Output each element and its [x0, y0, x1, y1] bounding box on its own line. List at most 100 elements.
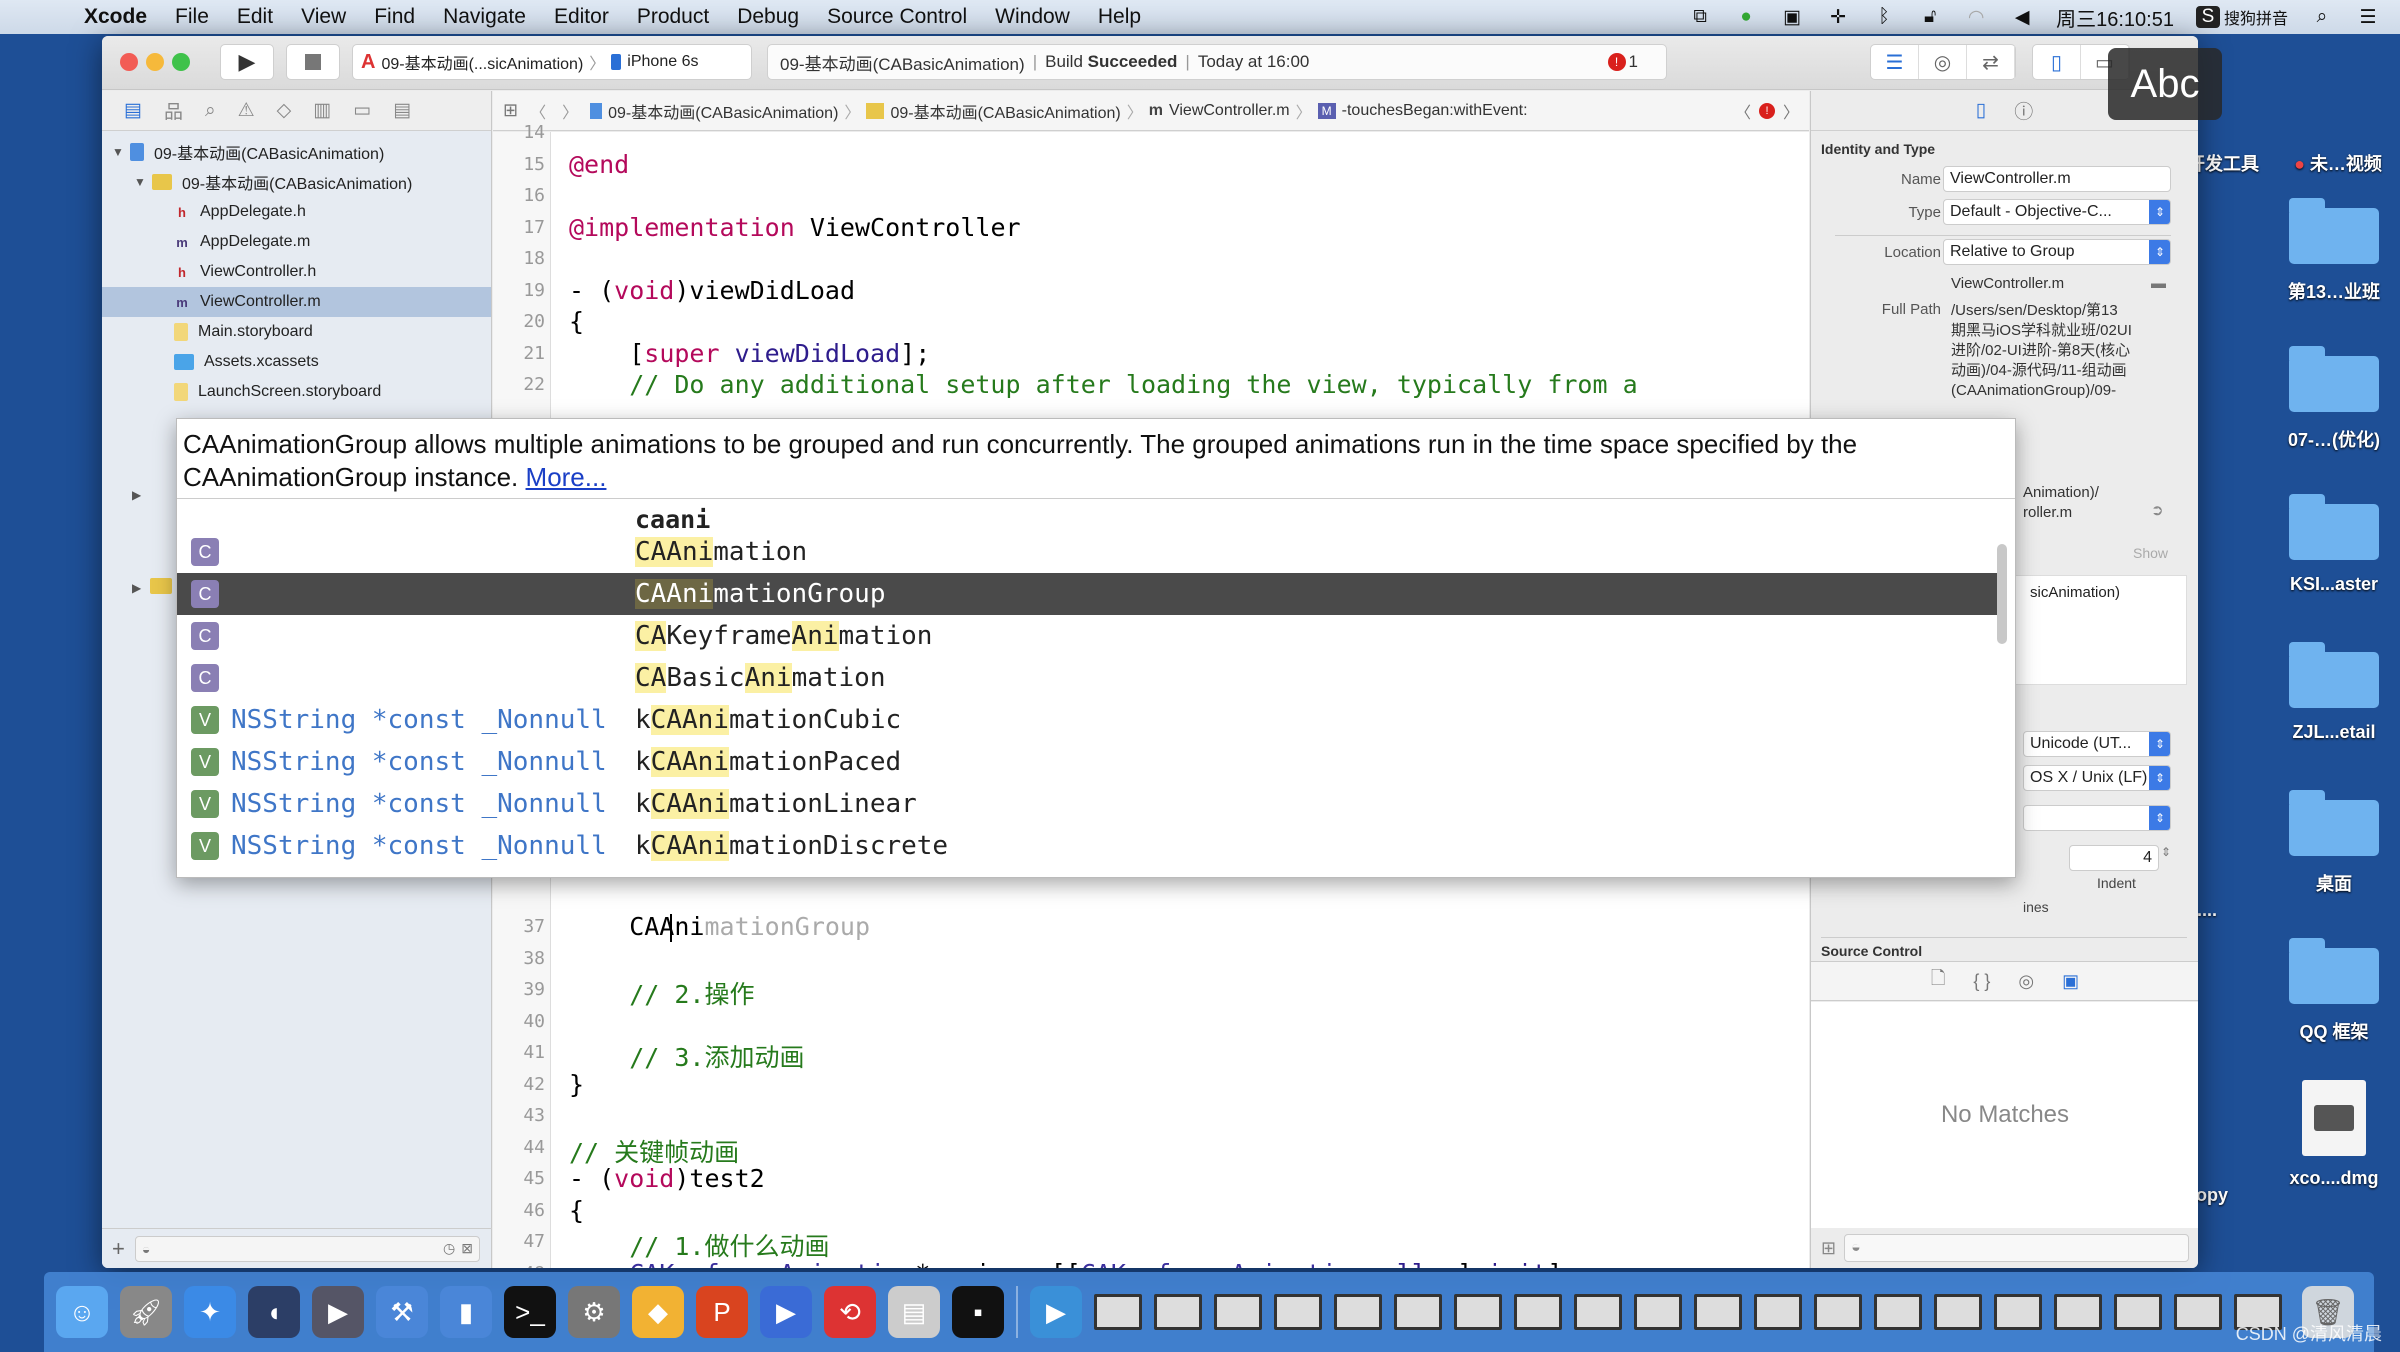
- next-issue-button[interactable]: 〉: [1783, 99, 1799, 123]
- minimized-window-thumbnail[interactable]: [1514, 1294, 1562, 1330]
- completion-item[interactable]: C CAAnimation: [177, 531, 1997, 573]
- line-endings-popup[interactable]: OS X / Unix (LF) ⇕: [2023, 765, 2171, 791]
- object-library-icon[interactable]: ◎: [2018, 971, 2034, 992]
- reveal-in-finder-icon[interactable]: ➲: [2151, 501, 2164, 519]
- navigator-item[interactable]: h AppDelegate.h: [102, 197, 491, 227]
- file-template-library-icon[interactable]: 🗋︎: [1931, 966, 1945, 996]
- error-badge[interactable]: ! 1: [1607, 52, 1638, 72]
- assistant-editor-icon[interactable]: ◎: [1919, 45, 1967, 79]
- sketch-icon[interactable]: ◆: [632, 1286, 684, 1338]
- code-snippet-library-icon[interactable]: { }: [1973, 971, 1990, 992]
- breadcrumb-project[interactable]: 09-基本动画(CABasicAnimation): [608, 99, 838, 123]
- minimized-window-thumbnail[interactable]: [1934, 1294, 1982, 1330]
- desktop-folder[interactable]: 第13…业班: [2264, 198, 2400, 304]
- notes-icon[interactable]: ▤: [888, 1286, 940, 1338]
- symbol-navigator-icon[interactable]: 品: [164, 97, 183, 124]
- indent-stepper[interactable]: ⇕: [2161, 845, 2171, 859]
- group-disclosure-triangle[interactable]: ▶: [132, 488, 141, 502]
- toggle-navigator-icon[interactable]: ▯: [2033, 45, 2081, 79]
- completion-item[interactable]: C CABasicAnimation: [177, 657, 1997, 699]
- navigator-item[interactable]: Main.storyboard: [102, 317, 491, 347]
- minimized-window-thumbnail[interactable]: [1394, 1294, 1442, 1330]
- popup-scrollbar[interactable]: [1997, 544, 2007, 644]
- indent-width-field[interactable]: 4: [2069, 845, 2159, 871]
- group-disclosure-triangle[interactable]: ▶: [132, 581, 141, 595]
- minimized-window-thumbnail[interactable]: [1154, 1294, 1202, 1330]
- disclosure-triangle-icon[interactable]: ▼: [112, 145, 130, 159]
- breadcrumb-file[interactable]: ViewController.m: [1169, 102, 1290, 120]
- name-field[interactable]: ViewController.m: [1943, 166, 2171, 192]
- completion-item[interactable]: C CAAnimationGroup: [177, 573, 1997, 615]
- desktop-folder[interactable]: ZJL...etail: [2264, 642, 2400, 743]
- navigator-item[interactable]: m AppDelegate.m: [102, 227, 491, 257]
- completion-item[interactable]: V NSString *const _Nonnull kCAAnimationCub…: [177, 699, 1997, 741]
- test-navigator-icon[interactable]: ◇: [277, 99, 292, 122]
- remote-desktop-icon[interactable]: ⟲: [824, 1286, 876, 1338]
- minimized-window-thumbnail[interactable]: [1994, 1294, 2042, 1330]
- navigator-item[interactable]: Assets.xcassets: [102, 347, 491, 377]
- related-items-icon[interactable]: ⊞: [503, 100, 518, 121]
- navigator-item[interactable]: ▼ 09-基本动画(CABasicAnimation): [102, 167, 491, 197]
- back-button[interactable]: 〈: [530, 99, 546, 123]
- system-preferences-icon[interactable]: ⚙: [568, 1286, 620, 1338]
- mouse-icon[interactable]: ◖: [248, 1286, 300, 1338]
- version-editor-icon[interactable]: ⇄: [1967, 45, 2015, 79]
- desktop-file[interactable]: xco....dmg: [2264, 1080, 2400, 1189]
- indent-using-popup[interactable]: ⇕: [2023, 805, 2171, 831]
- minimized-window-thumbnail[interactable]: [1694, 1294, 1742, 1330]
- debug-navigator-icon[interactable]: ▥: [313, 99, 331, 122]
- location-popup[interactable]: Relative to Group ⇕: [1943, 239, 2171, 265]
- console-icon[interactable]: ▪: [952, 1286, 1004, 1338]
- xcode-icon[interactable]: ⚒: [376, 1286, 428, 1338]
- navigator-item[interactable]: ▼ 09-基本动画(CABasicAnimation): [102, 137, 491, 167]
- launchpad-icon[interactable]: 🚀︎: [120, 1286, 172, 1338]
- grid-view-icon[interactable]: ⊞: [1821, 1238, 1836, 1259]
- powerpoint-icon[interactable]: P: [696, 1286, 748, 1338]
- minimized-window-thumbnail[interactable]: [1814, 1294, 1862, 1330]
- breadcrumb-group[interactable]: 09-基本动画(CABasicAnimation): [890, 99, 1120, 123]
- stop-button[interactable]: [286, 44, 340, 80]
- scheme-selector[interactable]: A 09-基本动画(...sicAnimation) 〉 iPhone 6s: [352, 44, 752, 80]
- desktop-folder[interactable]: 07-…(优化): [2264, 346, 2400, 452]
- text-encoding-popup[interactable]: Unicode (UT... ⇕: [2023, 731, 2171, 757]
- navigator-item[interactable]: h ViewController.h: [102, 257, 491, 287]
- desktop-folder[interactable]: 桌面: [2264, 790, 2400, 896]
- terminal-icon[interactable]: >_: [504, 1286, 556, 1338]
- navigator-item[interactable]: m ViewController.m: [102, 287, 491, 317]
- media-library-icon[interactable]: ▣: [2062, 971, 2079, 992]
- choose-folder-icon[interactable]: ▬: [2151, 275, 2166, 292]
- more-link[interactable]: More...: [526, 462, 607, 492]
- minimized-window-thumbnail[interactable]: [1454, 1294, 1502, 1330]
- photo-booth-icon[interactable]: ▶: [312, 1286, 364, 1338]
- file-inspector-icon[interactable]: ▯: [1976, 99, 1986, 122]
- minimized-window-thumbnail[interactable]: [1574, 1294, 1622, 1330]
- completion-item[interactable]: V NSString *const _Nonnull kCAAnimationPac…: [177, 741, 1997, 783]
- minimized-window-thumbnail[interactable]: [1634, 1294, 1682, 1330]
- project-navigator-icon[interactable]: ▤: [124, 99, 142, 122]
- finder-icon[interactable]: ☺: [56, 1286, 108, 1338]
- type-popup[interactable]: Default - Objective-C... ⇕: [1943, 199, 2171, 225]
- desktop-folder[interactable]: KSI...aster: [2264, 494, 2400, 595]
- close-button[interactable]: [120, 53, 138, 71]
- filter-field[interactable]: ◒ ◷ ⊠: [134, 1235, 480, 1262]
- previous-issue-button[interactable]: 〈: [1735, 99, 1751, 123]
- add-icon[interactable]: +: [112, 1236, 125, 1262]
- run-button[interactable]: ▶: [220, 44, 274, 80]
- show-button[interactable]: Show: [2133, 545, 2168, 561]
- desktop-item[interactable]: ● 未…视频: [2268, 150, 2400, 176]
- minimized-window-thumbnail[interactable]: [2054, 1294, 2102, 1330]
- minimized-window-thumbnail[interactable]: [1274, 1294, 1322, 1330]
- breakpoint-navigator-icon[interactable]: ▭: [353, 99, 371, 122]
- media-player-icon[interactable]: ▶: [1030, 1286, 1082, 1338]
- standard-editor-icon[interactable]: ☰: [1871, 45, 1919, 79]
- recent-files-icon[interactable]: ◷: [443, 1240, 455, 1257]
- issue-icon[interactable]: !: [1758, 102, 1775, 119]
- safari-icon[interactable]: ✦: [184, 1286, 236, 1338]
- completion-item[interactable]: C CAKeyframeAnimation: [177, 615, 1997, 657]
- minimized-window-thumbnail[interactable]: [1334, 1294, 1382, 1330]
- minimized-window-thumbnail[interactable]: [1094, 1294, 1142, 1330]
- desktop-folder[interactable]: QQ 框架: [2264, 938, 2400, 1044]
- quicktime-icon[interactable]: ▶: [760, 1286, 812, 1338]
- library-filter-field[interactable]: ◒: [1844, 1234, 2189, 1262]
- desktop-item-partial[interactable]: opy: [2196, 1185, 2256, 1206]
